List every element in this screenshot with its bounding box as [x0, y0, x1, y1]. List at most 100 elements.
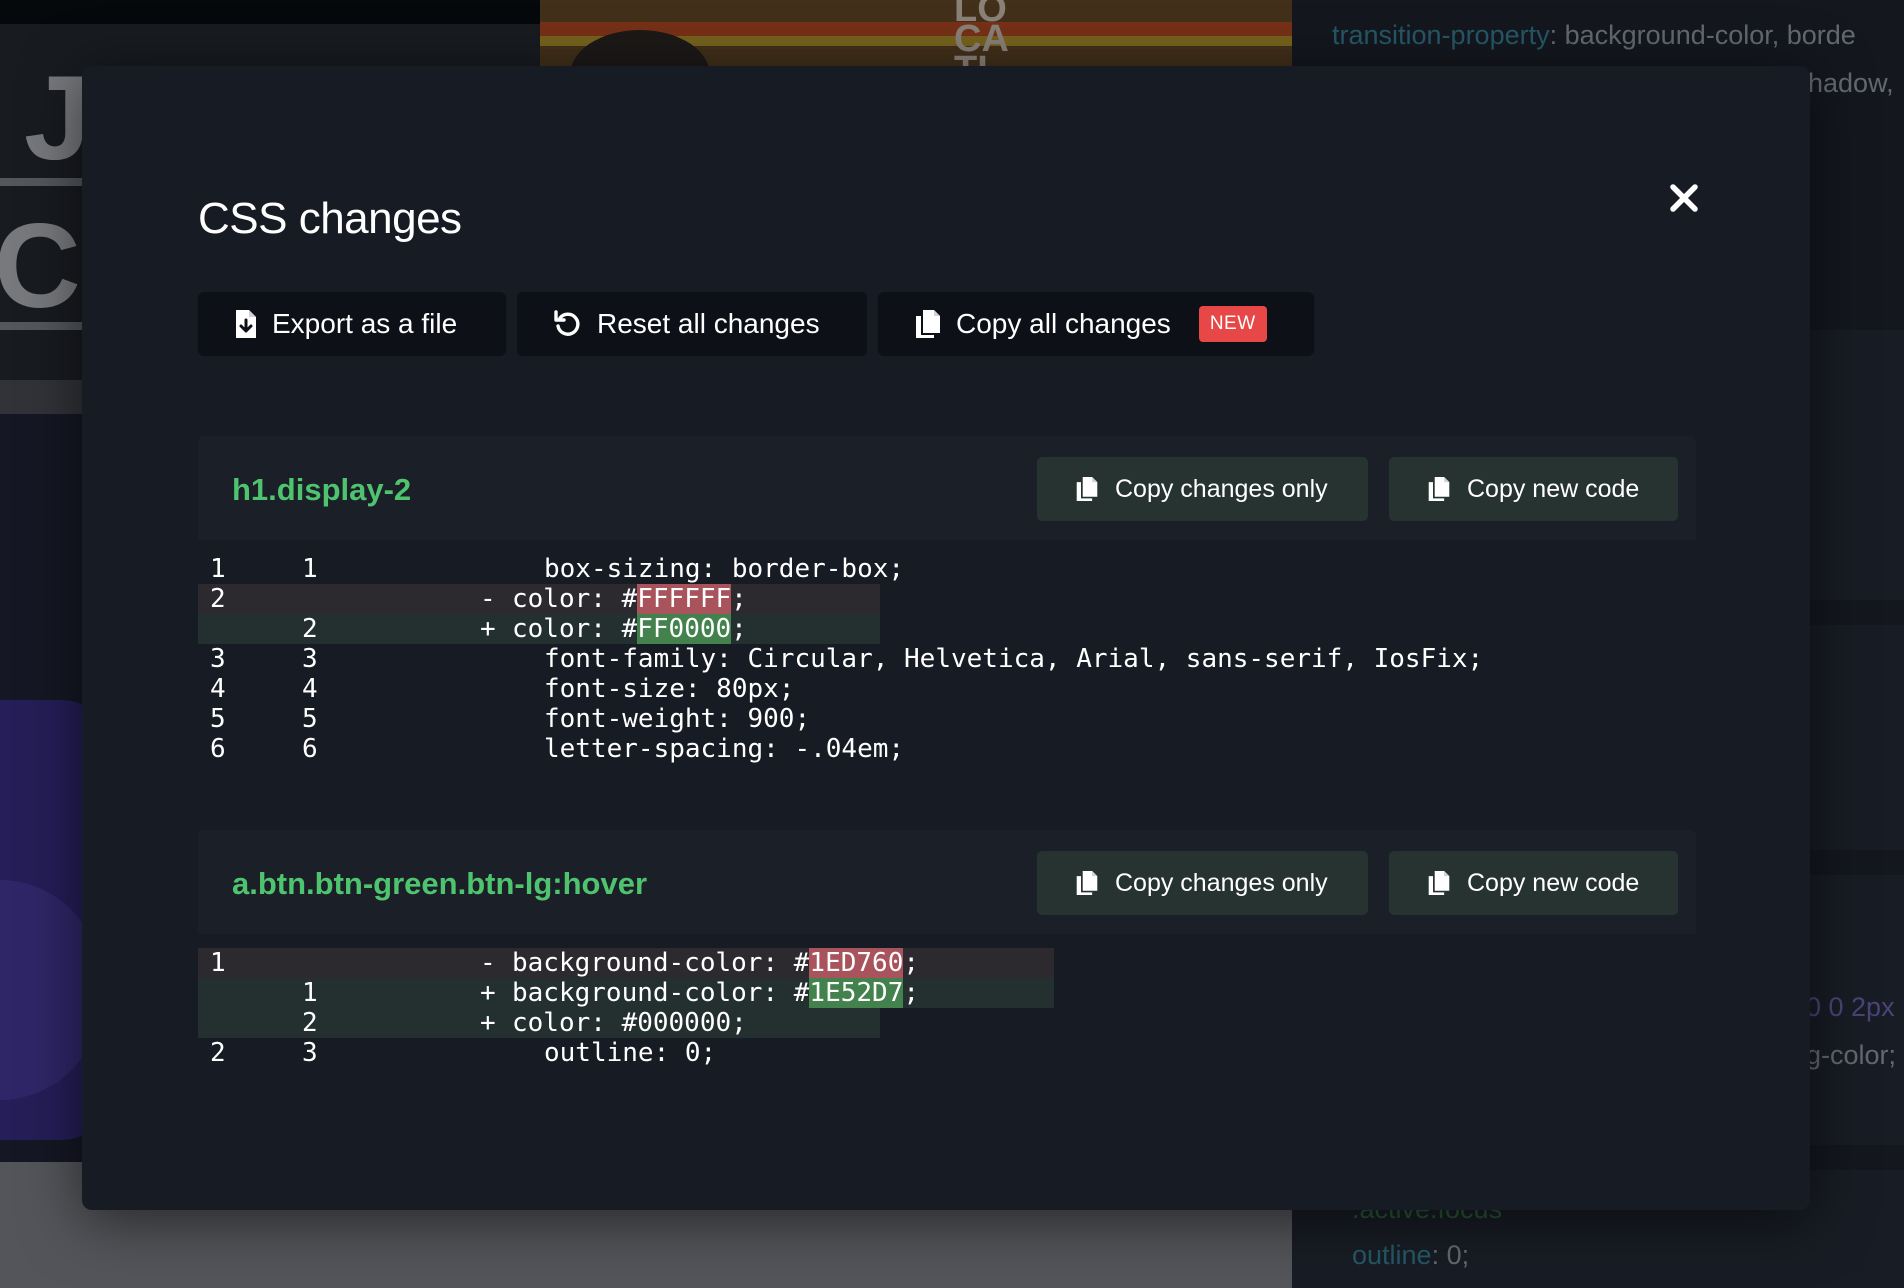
diff-marker: +: [480, 978, 496, 1008]
diff-marker: +: [480, 614, 496, 644]
modal-toolbar: Export as a file Reset all changes Copy …: [198, 292, 1314, 356]
old-line-number: 2: [210, 1038, 226, 1068]
change-block: h1.display-2 Copy changes only Copy new …: [198, 436, 1696, 764]
diff-row-removed: 2 - color: # FFFFFF;: [198, 584, 880, 614]
copy-new-code-button[interactable]: Copy new code: [1389, 851, 1678, 915]
change-block: a.btn.btn-green.btn-lg:hover Copy change…: [198, 830, 1696, 1068]
copy-changes-only-label: Copy changes only: [1115, 474, 1328, 503]
copy-new-code-label: Copy new code: [1467, 474, 1640, 503]
old-line-number: 1: [210, 948, 226, 978]
diff-code: font-size: 80px;: [544, 674, 795, 704]
copy-icon: [914, 309, 942, 339]
copy-all-changes-button[interactable]: Copy all changes NEW: [878, 292, 1314, 356]
new-badge: NEW: [1198, 306, 1267, 342]
diff-row-context: 6 6 letter-spacing: -.04em;: [198, 734, 1696, 764]
new-line-number: 2: [302, 1008, 318, 1038]
old-line-number: 1: [210, 554, 226, 584]
new-line-number: 2: [302, 614, 318, 644]
copy-new-code-label: Copy new code: [1467, 868, 1640, 897]
copy-icon: [1075, 870, 1099, 896]
diff-code: color: #: [512, 614, 638, 644]
copy-changes-only-button[interactable]: Copy changes only: [1037, 851, 1368, 915]
diff-marker: +: [480, 1008, 496, 1038]
diff-row-context: 3 3 font-family: Circular, Helvetica, Ari…: [198, 644, 1696, 674]
diff-marker: [512, 644, 544, 674]
export-file-button[interactable]: Export as a file: [198, 292, 506, 356]
diff-marker: [512, 734, 544, 764]
undo-icon: [553, 309, 583, 339]
diff-view: 1 - background-color: #1ED760; 1 + backgroun…: [198, 948, 1696, 1068]
diff-code: letter-spacing: -.04em;: [544, 734, 905, 764]
diff-code: color: #000000;: [512, 1008, 747, 1038]
new-line-number: 4: [302, 674, 318, 704]
reset-all-changes-label: Reset all changes: [597, 308, 820, 339]
diff-row-context: 5 5 font-weight: 900;: [198, 704, 1696, 734]
diff-code: outline: 0;: [544, 1038, 717, 1068]
old-line-number: [198, 614, 302, 644]
diff-marker: [512, 554, 544, 584]
diff-code: ;: [903, 978, 919, 1008]
diff-code: font-weight: 900;: [544, 704, 811, 734]
copy-icon: [1427, 870, 1451, 896]
diff-row-context: 4 4 font-size: 80px;: [198, 674, 1696, 704]
diff-row-removed: 1 - background-color: #1ED760;: [198, 948, 1054, 978]
copy-new-code-button[interactable]: Copy new code: [1389, 457, 1678, 521]
modal-title: CSS changes: [198, 194, 462, 243]
diff-code: background-color: #: [512, 978, 810, 1008]
diff-row-added: 2 + color: #000000;: [198, 1008, 880, 1038]
export-file-label: Export as a file: [272, 308, 458, 339]
removed-value-highlight: FFFFFF: [637, 584, 732, 614]
new-line-number: 1: [302, 978, 318, 1008]
copy-all-changes-label: Copy all changes: [956, 308, 1171, 339]
close-icon: [1670, 184, 1698, 212]
diff-code: color: #: [512, 584, 638, 614]
old-line-number: 4: [210, 674, 226, 704]
diff-marker: -: [480, 584, 496, 614]
new-line-number: [302, 584, 408, 614]
new-line-number: [302, 948, 408, 978]
diff-row-added: 1 + background-color: #1E52D7;: [198, 978, 1054, 1008]
old-line-number: [198, 1008, 302, 1038]
old-line-number: 5: [210, 704, 226, 734]
change-block-header: a.btn.btn-green.btn-lg:hover Copy change…: [198, 830, 1696, 934]
close-button[interactable]: [1662, 176, 1706, 220]
new-line-number: 6: [302, 734, 318, 764]
diff-marker: [512, 704, 544, 734]
css-selector-name: h1.display-2: [232, 472, 412, 507]
diff-code: ;: [903, 948, 919, 978]
diff-code: box-sizing: border-box;: [544, 554, 905, 584]
old-line-number: 3: [210, 644, 226, 674]
copy-icon: [1427, 476, 1451, 502]
css-selector-name: a.btn.btn-green.btn-lg:hover: [232, 866, 648, 901]
old-line-number: [198, 978, 302, 1008]
copy-icon: [1075, 476, 1099, 502]
diff-marker: [512, 674, 544, 704]
copy-changes-only-label: Copy changes only: [1115, 868, 1328, 897]
file-download-icon: [234, 309, 258, 339]
diff-row-context: 1 1 box-sizing: border-box;: [198, 554, 1696, 584]
old-line-number: 6: [210, 734, 226, 764]
diff-marker: -: [480, 948, 496, 978]
added-value-highlight: 1E52D7: [809, 978, 904, 1008]
new-line-number: 3: [302, 1038, 318, 1068]
added-value-highlight: FF0000: [637, 614, 732, 644]
diff-view: 1 1 box-sizing: border-box; 2 - color: # FFF…: [198, 554, 1696, 764]
diff-row-context: 2 3 outline: 0;: [198, 1038, 1696, 1068]
copy-changes-only-button[interactable]: Copy changes only: [1037, 457, 1368, 521]
css-changes-modal: CSS changes Export as a file Reset all c…: [82, 66, 1810, 1210]
diff-row-added: 2 + color: # FF0000;: [198, 614, 880, 644]
removed-value-highlight: 1ED760: [809, 948, 904, 978]
diff-code: font-family: Circular, Helvetica, Arial,…: [544, 644, 1484, 674]
diff-marker: [512, 1038, 544, 1068]
diff-code: background-color: #: [512, 948, 810, 978]
new-line-number: 1: [302, 554, 318, 584]
diff-code: ;: [731, 614, 747, 644]
block-actions: Copy changes only Copy new code: [1037, 851, 1678, 915]
new-line-number: 5: [302, 704, 318, 734]
old-line-number: 2: [210, 584, 226, 614]
reset-all-changes-button[interactable]: Reset all changes: [517, 292, 867, 356]
diff-code: ;: [731, 584, 747, 614]
change-block-header: h1.display-2 Copy changes only Copy new …: [198, 436, 1696, 540]
new-line-number: 3: [302, 644, 318, 674]
block-actions: Copy changes only Copy new code: [1037, 457, 1678, 521]
